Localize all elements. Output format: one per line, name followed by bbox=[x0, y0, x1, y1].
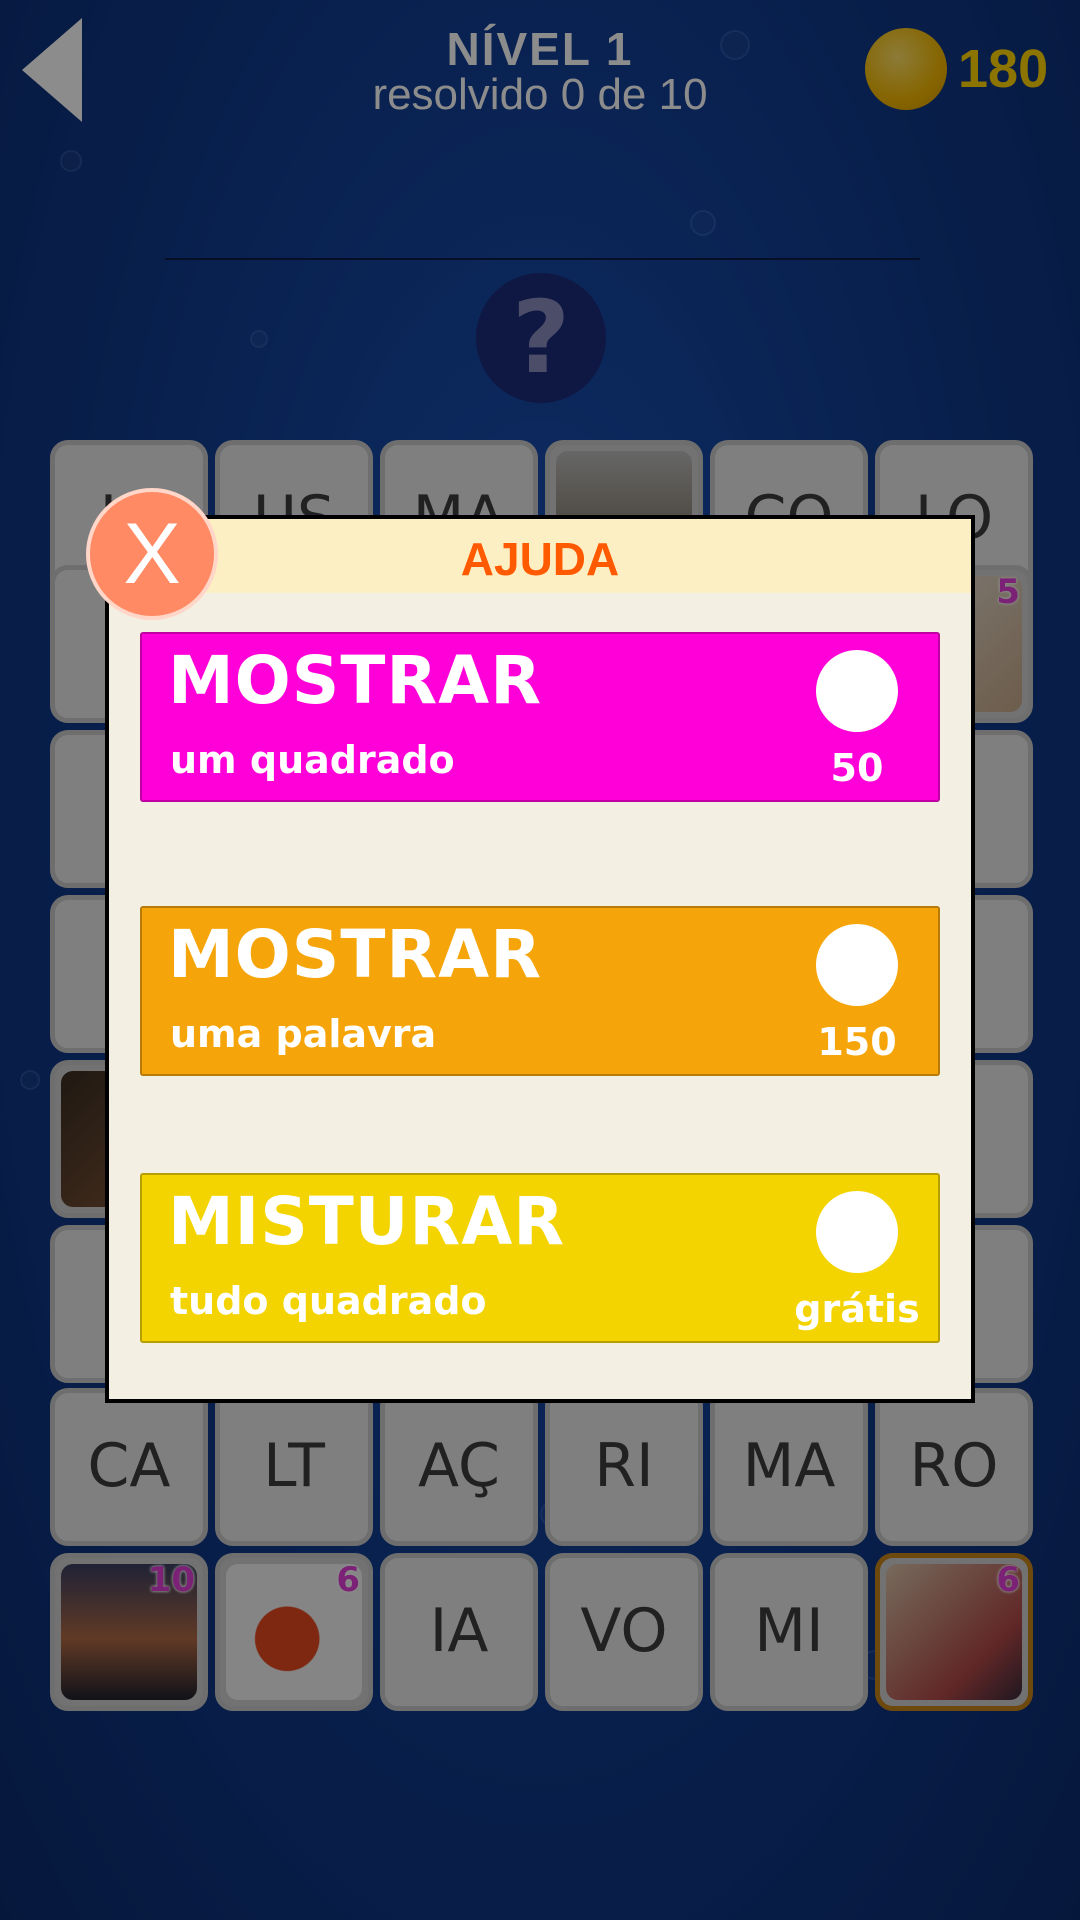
option-description: uma palavra bbox=[170, 1012, 437, 1056]
option-price: 150 bbox=[817, 1020, 897, 1064]
option-show-word-button[interactable]: MOSTRAR uma palavra 150 bbox=[140, 906, 940, 1076]
option-show-square-button[interactable]: MOSTRAR um quadrado 50 bbox=[140, 632, 940, 802]
option-description: um quadrado bbox=[170, 738, 455, 782]
coin-icon bbox=[816, 1191, 898, 1273]
option-price: grátis bbox=[794, 1287, 920, 1331]
option-shuffle-button[interactable]: MISTURAR tudo quadrado grátis bbox=[140, 1173, 940, 1343]
option-title: MOSTRAR bbox=[168, 642, 543, 719]
option-title: MISTURAR bbox=[168, 1183, 566, 1260]
coin-icon bbox=[816, 924, 898, 1006]
close-button[interactable]: X bbox=[86, 488, 218, 620]
coin-icon bbox=[816, 650, 898, 732]
option-title: MOSTRAR bbox=[168, 916, 543, 993]
dialog-title: AJUDA bbox=[109, 519, 971, 593]
option-description: tudo quadrado bbox=[170, 1279, 487, 1323]
option-price: 50 bbox=[830, 746, 884, 790]
